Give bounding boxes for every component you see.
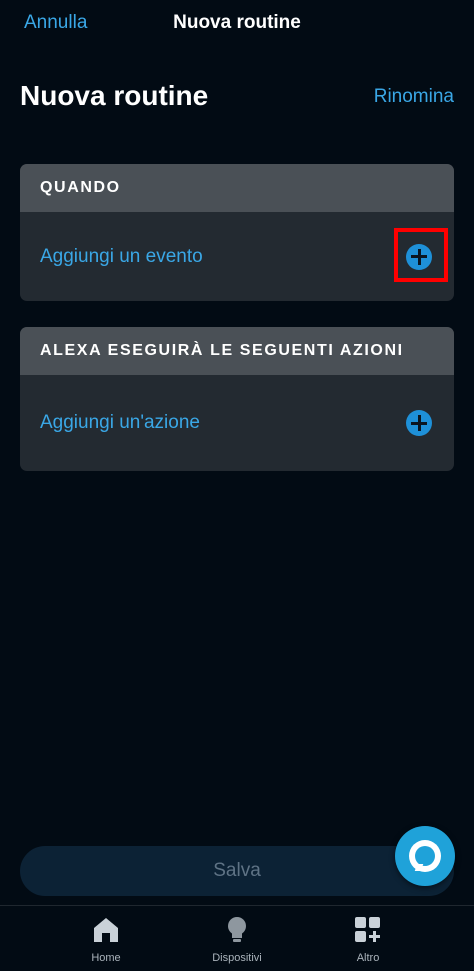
add-event-label: Aggiungi un evento <box>40 245 203 267</box>
add-action-label: Aggiungi un'azione <box>40 412 200 433</box>
actions-card-header: ALEXA ESEGUIRÀ LE SEGUENTI AZIONI <box>20 327 454 375</box>
page-title: Nuova routine <box>20 80 209 111</box>
plus-circle-icon[interactable] <box>406 410 432 436</box>
nav-label-devices: Dispositivi <box>212 952 262 964</box>
alexa-icon <box>409 840 441 872</box>
grid-plus-icon <box>355 917 380 942</box>
home-icon <box>94 918 118 942</box>
actions-card: ALEXA ESEGUIRÀ LE SEGUENTI AZIONI Aggiun… <box>20 327 454 471</box>
nav-item-more[interactable]: Altro <box>318 906 418 971</box>
lightbulb-icon <box>228 917 246 942</box>
nav-item-devices[interactable]: Dispositivi <box>187 906 287 971</box>
alexa-button[interactable] <box>395 826 455 886</box>
nav-title: Nuova routine <box>173 12 301 33</box>
bottom-nav: Home Dispositivi Altro <box>0 905 474 971</box>
save-button[interactable]: Salva <box>20 846 454 896</box>
nav-item-home[interactable]: Home <box>56 906 156 971</box>
highlight-box <box>394 227 448 282</box>
rename-button[interactable]: Rinomina <box>374 86 454 108</box>
when-card-header: QUANDO <box>20 164 454 212</box>
nav-label-more: Altro <box>356 952 380 964</box>
nav-label-home: Home <box>91 952 121 964</box>
add-event-row[interactable]: Aggiungi un evento <box>20 212 454 301</box>
top-bar: Annulla Nuova routine <box>0 0 474 50</box>
routine-editor-screen: Annulla Nuova routine Nuova routine Rino… <box>0 0 474 971</box>
add-action-row[interactable]: Aggiungi un'azione <box>20 375 454 471</box>
when-card: QUANDO Aggiungi un evento <box>20 164 454 301</box>
